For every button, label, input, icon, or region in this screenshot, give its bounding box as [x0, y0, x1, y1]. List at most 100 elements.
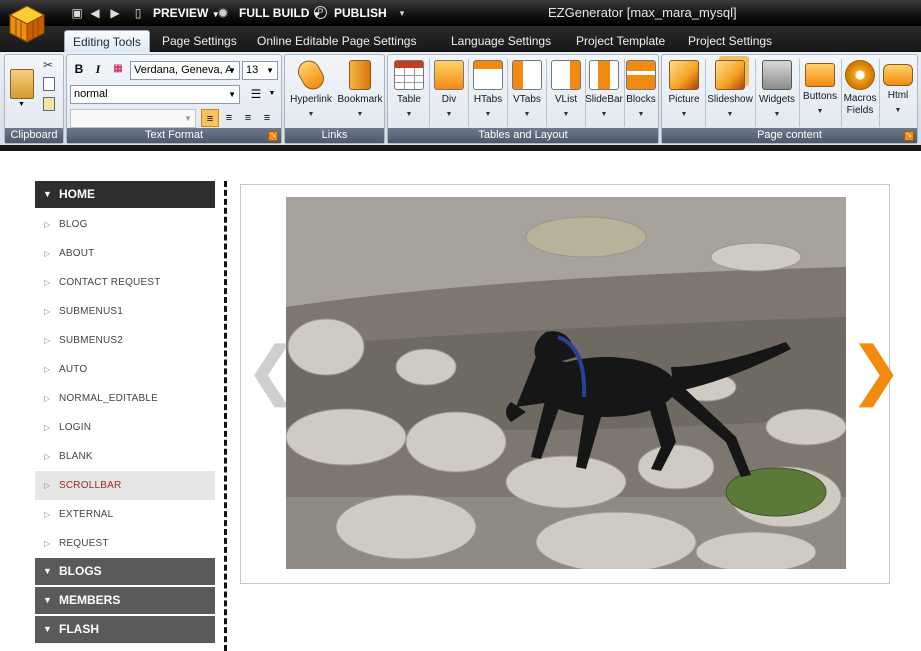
bookmark-button[interactable]: Bookmark ▼: [335, 58, 385, 128]
html-button[interactable]: Html ▼: [879, 58, 917, 128]
sidebar-item-flash[interactable]: ▼ FLASH: [35, 616, 215, 643]
tab-project-template[interactable]: Project Template: [576, 30, 665, 52]
sidebar-item-external[interactable]: ▷ EXTERNAL: [35, 500, 215, 529]
vlist-button[interactable]: VList ▼: [547, 58, 585, 128]
sidebar-item-normal-editable[interactable]: ▷ NORMAL_EDITABLE: [35, 384, 215, 413]
sidebar-item-label: SUBMENUS1: [59, 306, 124, 317]
page-icon[interactable]: ▯: [131, 6, 145, 20]
sidebar-item-label: SUBMENUS2: [59, 335, 124, 346]
chevron-down-icon: ▼: [228, 66, 236, 75]
chevron-right-icon: ▷: [44, 510, 51, 519]
italic-button[interactable]: I: [89, 60, 107, 78]
vtabs-button[interactable]: VTabs ▼: [508, 58, 546, 128]
clipboard-group: ▼ ✂ Clipboard: [4, 54, 64, 144]
full-build-button[interactable]: FULL BUILD ▼: [239, 0, 321, 26]
slideshow-button[interactable]: Slideshow ▼: [706, 58, 754, 128]
paragraph-style-value: normal: [74, 88, 108, 100]
customize-toolbar-icon[interactable]: ▾: [395, 6, 409, 20]
clipboard-group-label: Clipboard: [5, 128, 63, 143]
sidebar-item-label: FLASH: [59, 622, 99, 636]
tables-layout-group-label: Tables and Layout: [388, 128, 658, 143]
widgets-icon: [762, 60, 792, 90]
chevron-right-icon: ▷: [44, 307, 51, 316]
tab-online-editable-page-settings[interactable]: Online Editable Page Settings: [257, 30, 416, 52]
slidebar-button[interactable]: SlideBar ▼: [584, 58, 624, 128]
sidebar-item-request[interactable]: ▷ REQUEST: [35, 529, 215, 558]
text-format-expand-icon[interactable]: ↘: [268, 131, 278, 141]
font-size-select[interactable]: 13 ▼: [242, 61, 278, 80]
sidebar-item-home[interactable]: ▼ HOME: [35, 181, 215, 208]
app-logo-icon[interactable]: [6, 3, 48, 45]
buttons-icon: [805, 63, 835, 87]
sidebar-item-members[interactable]: ▼ MEMBERS: [35, 587, 215, 614]
sidebar-item-label: ABOUT: [59, 248, 95, 259]
vlist-label: VList: [554, 94, 578, 105]
chevron-down-icon: ▼: [405, 111, 413, 118]
sidebar-item-auto[interactable]: ▷ AUTO: [35, 355, 215, 384]
color-palette-icon[interactable]: ▦: [109, 60, 127, 78]
paragraph-style-select[interactable]: normal ▼: [70, 85, 240, 104]
align-justify-icon[interactable]: ≡: [258, 109, 276, 127]
sidebar-item-scrollbar[interactable]: ▷ SCROLLBAR: [35, 471, 215, 500]
align-right-icon[interactable]: ≡: [239, 109, 257, 127]
redo-icon[interactable]: ▶: [108, 6, 122, 20]
chevron-down-icon: ▼: [773, 111, 781, 118]
blocks-button[interactable]: Blocks ▼: [623, 58, 659, 128]
tab-editing-tools[interactable]: Editing Tools: [64, 30, 150, 52]
open-folder-icon[interactable]: ▣: [70, 6, 84, 20]
image-slider: ❮ ❯: [240, 184, 903, 584]
widgets-button[interactable]: Widgets ▼: [755, 58, 799, 128]
bold-button[interactable]: B: [70, 60, 88, 78]
paste-dropdown-icon[interactable]: ▼: [18, 101, 25, 108]
full-build-label: FULL BUILD: [239, 6, 310, 20]
links-group: Hyperlink ▼ Bookmark ▼ Links: [284, 54, 385, 144]
htabs-icon: [473, 60, 503, 90]
htabs-button[interactable]: HTabs ▼: [469, 58, 507, 128]
html-icon: [883, 64, 913, 86]
class-select[interactable]: ▼: [70, 109, 196, 128]
align-left-icon[interactable]: ≡: [201, 109, 219, 127]
sidebar-item-label: MEMBERS: [59, 593, 121, 607]
sidebar-item-label: EXTERNAL: [59, 509, 114, 520]
paste-special-icon[interactable]: [43, 97, 55, 111]
hyperlink-button[interactable]: Hyperlink ▼: [287, 56, 335, 128]
undo-icon[interactable]: ◀: [88, 6, 102, 20]
list-dropdown-icon[interactable]: ▼: [263, 85, 281, 103]
tab-project-settings[interactable]: Project Settings: [688, 30, 772, 52]
tab-page-settings[interactable]: Page Settings: [162, 30, 237, 52]
copy-icon[interactable]: [43, 77, 55, 91]
page-content-expand-icon[interactable]: ↘: [904, 131, 914, 141]
macros-fields-button[interactable]: Macros Fields: [841, 58, 879, 128]
chevron-down-icon: ▼: [637, 111, 645, 118]
cut-icon[interactable]: ✂: [43, 58, 53, 72]
div-button[interactable]: Div ▼: [430, 58, 468, 128]
sidebar-item-label: HOME: [59, 187, 95, 201]
ribbon-tab-row: Editing Tools Page Settings Online Edita…: [0, 26, 921, 52]
blocks-label: Blocks: [626, 94, 656, 105]
paste-icon[interactable]: [10, 69, 34, 99]
vtabs-label: VTabs: [513, 94, 541, 105]
sidebar-item-blank[interactable]: ▷ BLANK: [35, 442, 215, 471]
sidebar-item-submenus2[interactable]: ▷ SUBMENUS2: [35, 326, 215, 355]
sidebar-item-blog[interactable]: ▷ BLOG: [35, 210, 215, 239]
chevron-down-icon: ▼: [43, 624, 52, 634]
hyperlink-label: Hyperlink: [290, 94, 332, 105]
table-button[interactable]: Table ▼: [390, 58, 428, 128]
chevron-down-icon: ▼: [43, 595, 52, 605]
picture-button[interactable]: Picture ▼: [663, 58, 705, 128]
align-center-icon[interactable]: ≡: [220, 109, 238, 127]
chevron-right-icon: ▷: [44, 481, 51, 490]
sidebar-item-contact-request[interactable]: ▷ CONTACT REQUEST: [35, 268, 215, 297]
sidebar-item-login[interactable]: ▷ LOGIN: [35, 413, 215, 442]
sidebar-item-label: REQUEST: [59, 538, 109, 549]
sidebar-item-submenus1[interactable]: ▷ SUBMENUS1: [35, 297, 215, 326]
preview-button[interactable]: PREVIEW ▼: [153, 0, 220, 26]
buttons-button[interactable]: Buttons ▼: [799, 58, 841, 128]
sidebar-item-blogs[interactable]: ▼ BLOGS: [35, 558, 215, 585]
font-family-select[interactable]: Verdana, Geneva, A ▼: [130, 61, 240, 80]
slider-next-icon[interactable]: ❯: [849, 335, 903, 405]
publish-button[interactable]: PUBLISH: [334, 0, 387, 26]
chevron-down-icon: ▼: [184, 114, 192, 123]
sidebar-item-about[interactable]: ▷ ABOUT: [35, 239, 215, 268]
tab-language-settings[interactable]: Language Settings: [451, 30, 551, 52]
